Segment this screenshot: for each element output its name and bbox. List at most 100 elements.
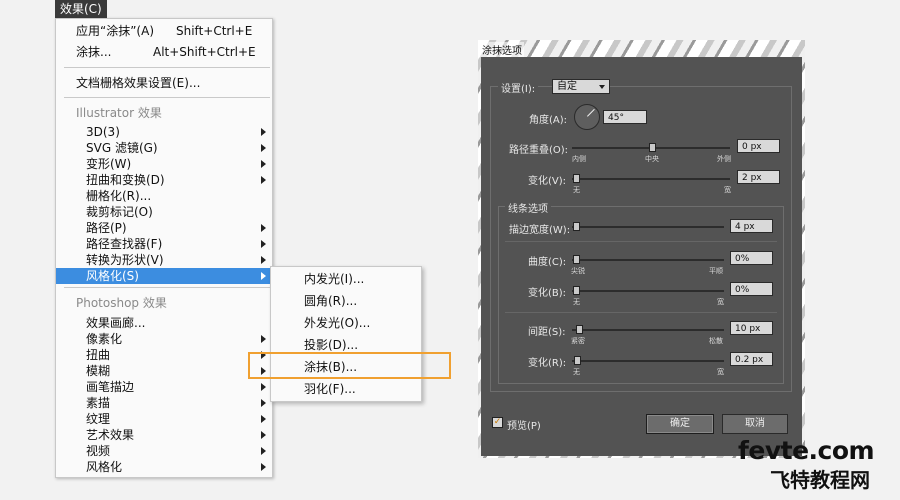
curviness-field[interactable]: 0%: [730, 251, 773, 265]
variation-r-slider-thumb[interactable]: [574, 356, 581, 365]
submenu-arrow-icon: [261, 463, 266, 471]
spacing-slider-track[interactable]: [572, 329, 724, 331]
menu-item-convert-to-shape[interactable]: 转换为形状(V): [56, 252, 272, 268]
variation-r-tick-wide: 宽: [717, 368, 724, 376]
menu-item-artistic[interactable]: 艺术效果: [56, 427, 272, 443]
effects-menu: 应用“涂抹”(A) Shift+Ctrl+E 涂抹... Alt+Shift+C…: [55, 18, 273, 478]
menu-item-label: 栅格化(R)...: [86, 189, 152, 203]
curviness-label: 曲度(C):: [528, 257, 567, 268]
menu-item-stylize-photoshop[interactable]: 风格化: [56, 459, 272, 475]
variation-r-field[interactable]: 0.2 px: [730, 352, 773, 366]
submenu-arrow-icon: [261, 399, 266, 407]
submenu-arrow-icon: [261, 144, 266, 152]
preview-checkbox[interactable]: ✓: [492, 417, 503, 428]
menu-item-stylize-illustrator[interactable]: 风格化(S): [56, 268, 272, 284]
ok-button[interactable]: 确定: [646, 414, 714, 434]
submenu-arrow-icon: [261, 431, 266, 439]
menu-item-sketch[interactable]: 素描: [56, 395, 272, 411]
angle-field[interactable]: 45°: [603, 110, 647, 124]
submenu-item-outer-glow[interactable]: 外发光(O)...: [304, 314, 370, 332]
menu-item-label: 路径查找器(F): [86, 237, 163, 251]
spacing-slider-thumb[interactable]: [576, 325, 583, 334]
scribble-callout-highlight: [248, 352, 451, 379]
menu-item-shortcut: Alt+Shift+Ctrl+E: [153, 45, 256, 59]
variation-v-tick-none: 无: [573, 186, 580, 194]
menu-item-blur[interactable]: 模糊: [56, 363, 272, 379]
menu-item-label: 模糊: [86, 364, 111, 378]
submenu-arrow-icon: [261, 383, 266, 391]
path-overlap-slider-thumb[interactable]: [649, 143, 656, 152]
menu-item-distort[interactable]: 扭曲: [56, 347, 272, 363]
menu-item-rasterize[interactable]: 栅格化(R)...: [56, 188, 272, 204]
menu-item-label: 应用“涂抹”(A): [76, 24, 155, 38]
settings-dropdown[interactable]: 自定: [552, 79, 610, 94]
menu-item-effect-gallery[interactable]: 效果画廊...: [56, 315, 272, 331]
menu-item-apply-scribble[interactable]: 应用“涂抹”(A) Shift+Ctrl+E: [56, 23, 272, 39]
variation-v-slider-track[interactable]: [572, 178, 730, 180]
spacing-field[interactable]: 10 px: [730, 321, 773, 335]
overlap-tick-outside: 外侧: [717, 155, 731, 163]
variation-r-tick-none: 无: [573, 368, 580, 376]
variation-v-slider-thumb[interactable]: [573, 174, 580, 183]
menu-item-label: 纹理: [86, 412, 111, 426]
menu-item-3d[interactable]: 3D(3): [56, 124, 272, 140]
menu-item-label: 风格化: [86, 460, 123, 474]
curviness-slider-thumb[interactable]: [573, 255, 580, 264]
variation-b-slider-track[interactable]: [572, 290, 724, 292]
menu-item-svg-filters[interactable]: SVG 滤镜(G): [56, 140, 272, 156]
curviness-tick-angular: 尖锐: [571, 267, 585, 275]
menu-item-crop-marks[interactable]: 裁剪标记(O): [56, 204, 272, 220]
menu-item-scribble[interactable]: 涂抹... Alt+Shift+Ctrl+E: [56, 44, 272, 60]
overlap-tick-inside: 内侧: [572, 155, 586, 163]
submenu-arrow-icon: [261, 240, 266, 248]
variation-b-slider-thumb[interactable]: [573, 286, 580, 295]
variation-b-field[interactable]: 0%: [730, 282, 773, 296]
menu-item-label: 转换为形状(V): [86, 253, 164, 267]
menu-separator: [64, 67, 270, 68]
submenu-arrow-icon: [261, 272, 266, 280]
line-options-separator: [505, 241, 777, 242]
watermark-site-name: 飞特教程网: [770, 468, 870, 492]
submenu-item-inner-glow[interactable]: 内发光(I)...: [304, 270, 364, 288]
curviness-slider-track[interactable]: [572, 259, 724, 261]
menu-item-label: 扭曲: [86, 348, 111, 362]
menu-item-document-raster-settings[interactable]: 文档栅格效果设置(E)...: [56, 75, 272, 91]
menu-item-label: 涂抹...: [76, 45, 112, 59]
menu-item-label: 扭曲和变换(D): [86, 173, 165, 187]
stroke-width-slider-track[interactable]: [572, 226, 724, 228]
menu-item-brush-strokes[interactable]: 画笔描边: [56, 379, 272, 395]
path-overlap-label: 路径重叠(O):: [509, 145, 569, 156]
menu-item-texture[interactable]: 纹理: [56, 411, 272, 427]
menu-item-label: 素描: [86, 396, 111, 410]
angle-dial[interactable]: [574, 104, 600, 130]
chevron-down-icon: [599, 85, 605, 89]
line-options-label: 线条选项: [505, 200, 551, 215]
menu-item-distort-transform[interactable]: 扭曲和变换(D): [56, 172, 272, 188]
variation-r-slider-track[interactable]: [572, 360, 724, 362]
overlap-tick-center: 中央: [645, 155, 659, 163]
menu-item-shortcut: Shift+Ctrl+E: [176, 24, 253, 38]
path-overlap-field[interactable]: 0 px: [737, 139, 780, 153]
variation-v-tick-wide: 宽: [724, 186, 731, 194]
variation-v-field[interactable]: 2 px: [737, 170, 780, 184]
variation-v-label: 变化(V):: [528, 176, 567, 187]
menu-item-label: 文档栅格效果设置(E)...: [76, 76, 201, 90]
illustrator-effects-group-label: Illustrator 效果: [76, 106, 162, 120]
submenu-arrow-icon: [261, 176, 266, 184]
submenu-item-feather[interactable]: 羽化(F)...: [304, 380, 356, 398]
menu-item-warp[interactable]: 变形(W): [56, 156, 272, 172]
menu-item-path[interactable]: 路径(P): [56, 220, 272, 236]
stroke-width-field[interactable]: 4 px: [730, 219, 773, 233]
preview-label: 预览(P): [507, 421, 541, 432]
menu-item-video[interactable]: 视频: [56, 443, 272, 459]
stroke-width-label: 描边宽度(W):: [509, 225, 571, 236]
menu-item-label: SVG 滤镜(G): [86, 141, 158, 155]
stroke-width-slider-thumb[interactable]: [573, 222, 580, 231]
photoshop-effects-group-label: Photoshop 效果: [76, 296, 167, 310]
effects-menu-title[interactable]: 效果(C): [55, 0, 107, 18]
variation-b-tick-wide: 宽: [717, 298, 724, 306]
menu-item-pathfinder[interactable]: 路径查找器(F): [56, 236, 272, 252]
cancel-button[interactable]: 取消: [722, 414, 788, 434]
submenu-item-round-corners[interactable]: 圆角(R)...: [304, 292, 357, 310]
menu-item-pixelate[interactable]: 像素化: [56, 331, 272, 347]
